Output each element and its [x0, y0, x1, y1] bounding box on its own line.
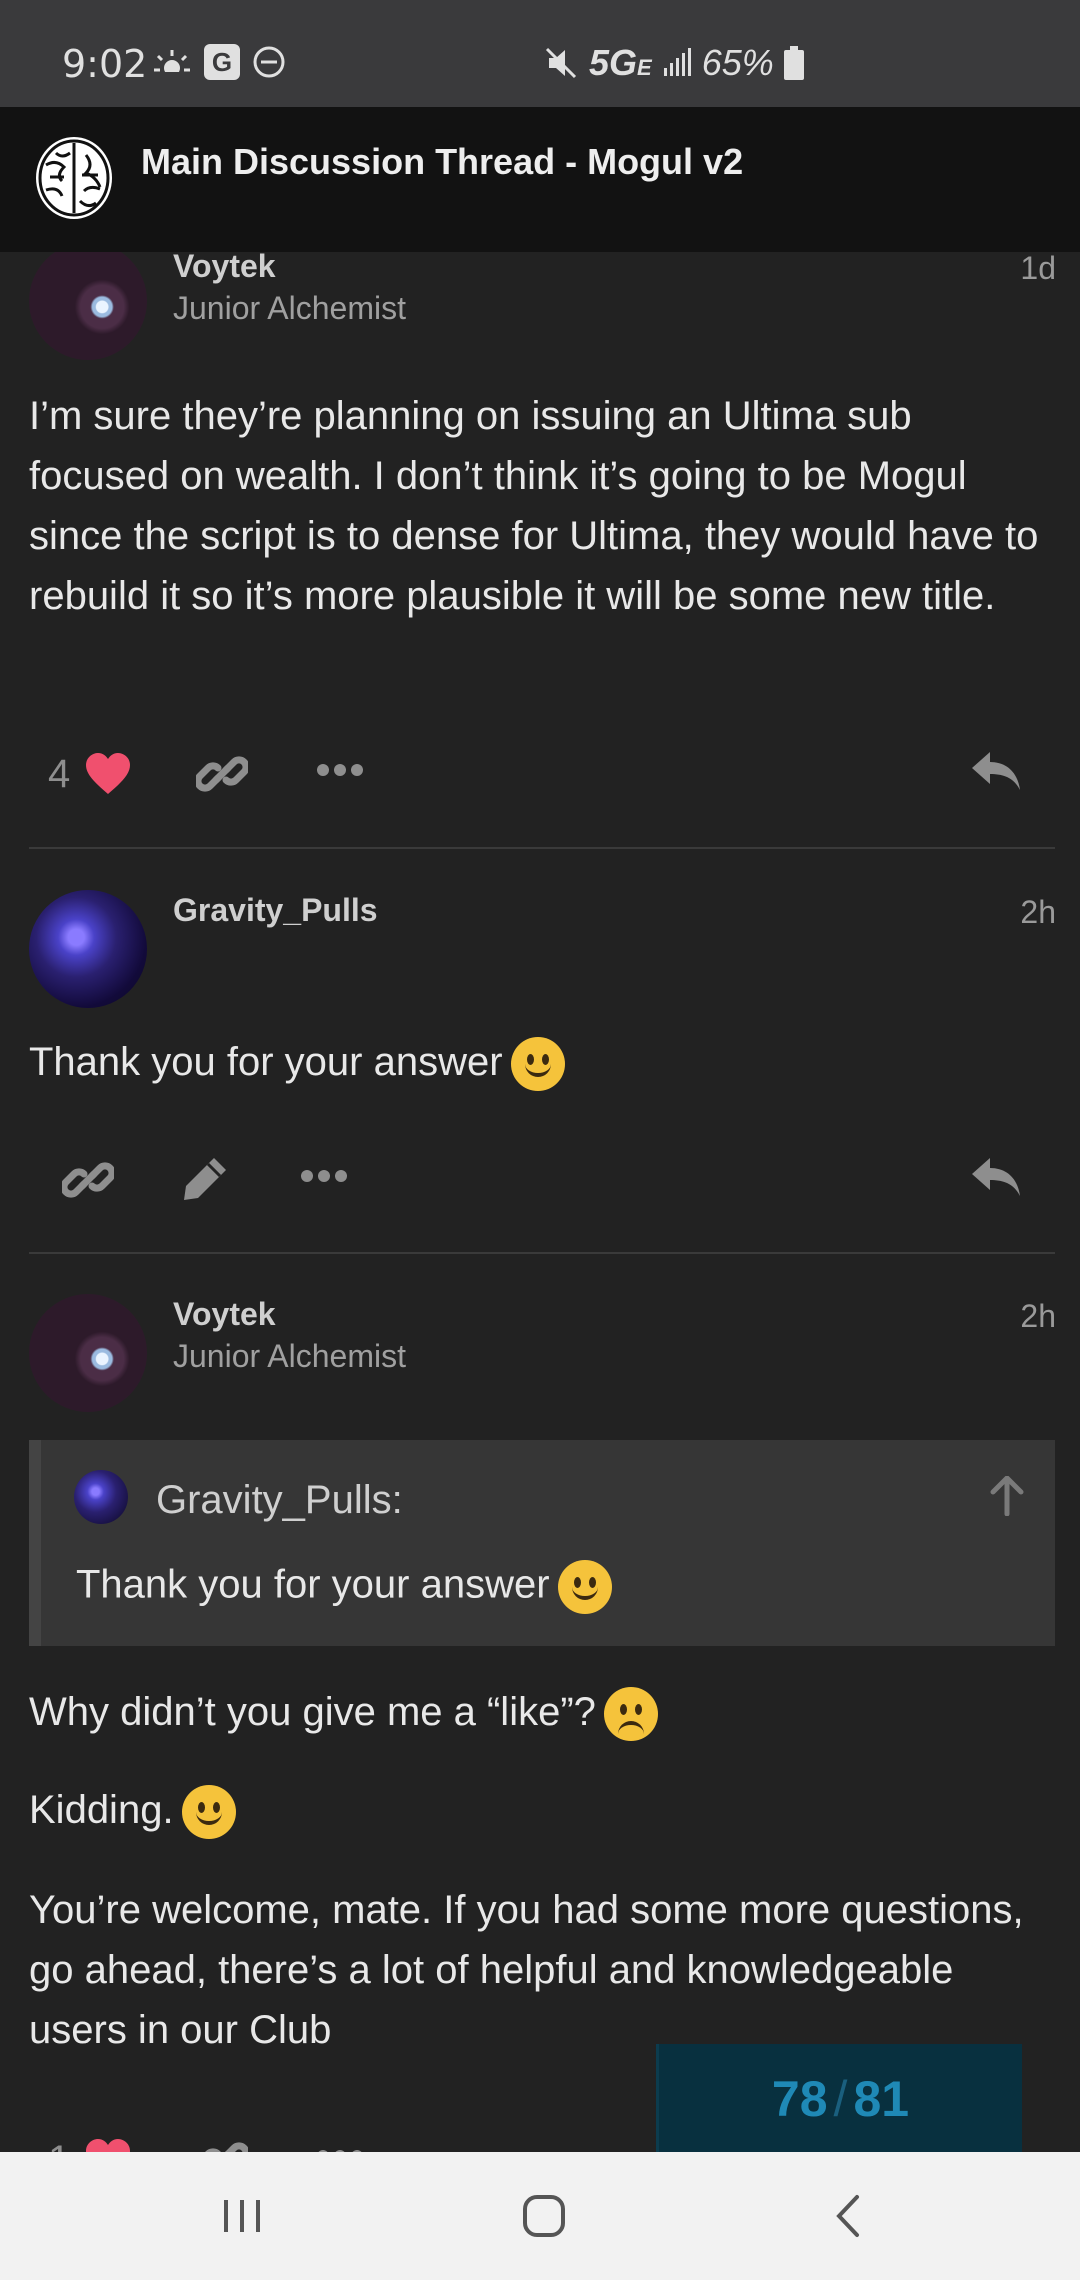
more-button[interactable]	[316, 762, 364, 778]
post-time[interactable]: 1d	[1020, 252, 1056, 287]
avatar[interactable]	[29, 252, 147, 360]
smile-emoji-icon	[557, 1560, 612, 1614]
topic-header: Main Discussion Thread - Mogul v2	[0, 107, 1080, 252]
do-not-disturb-icon	[253, 46, 285, 78]
g-app-icon: G	[204, 44, 240, 80]
pencil-icon	[184, 1158, 226, 1200]
progress-current: 78	[771, 2071, 828, 2127]
signal-icon	[663, 48, 691, 76]
like-count: 1	[48, 2138, 70, 2153]
quote-username[interactable]: Gravity_Pulls:	[156, 1478, 403, 1523]
weather-icon	[152, 50, 192, 78]
post-body-text: Thank you for your answer	[29, 1040, 503, 1084]
post-divider	[29, 1252, 1055, 1254]
post-actions	[0, 1140, 1080, 1220]
post-user-title: Junior Alchemist	[173, 290, 406, 326]
post-body-text: You’re welcome, mate. If you had some mo…	[29, 1888, 1024, 2052]
heart-icon	[86, 753, 131, 794]
post-body: Thank you for your answer	[29, 1032, 1049, 1092]
battery-percent: 65%	[701, 42, 774, 83]
brain-icon[interactable]	[34, 135, 114, 221]
heart-icon	[86, 2139, 131, 2152]
status-time: 9:02	[62, 42, 148, 86]
reply-icon	[972, 752, 1020, 790]
status-left-icons: G	[152, 44, 286, 80]
post-username[interactable]: Voytek	[173, 252, 276, 285]
frown-emoji-icon	[603, 1687, 658, 1742]
post-time[interactable]: 2h	[1020, 1298, 1056, 1335]
post-body-text: Why didn’t you give me a “like”?	[29, 1690, 596, 1734]
post-divider	[29, 847, 1055, 849]
hand-over-mouth-emoji-icon	[181, 1785, 236, 1840]
like-count: 4	[48, 751, 71, 796]
reply-icon	[972, 1158, 1020, 1196]
reply-button[interactable]	[970, 1156, 1022, 1200]
copy-link-button[interactable]	[196, 748, 248, 800]
post-user-title: Junior Alchemist	[173, 1338, 406, 1374]
ellipsis-icon	[301, 1170, 347, 1182]
status-bar: 9:02 G 5GE 65%	[0, 0, 1080, 107]
system-nav-bar	[0, 2152, 1080, 2280]
link-icon	[62, 1162, 114, 1198]
recent-apps-icon	[224, 2200, 260, 2232]
progress-separator: /	[833, 2071, 848, 2127]
post-body: I’m sure they’re planning on issuing an …	[29, 394, 1039, 618]
post-body-text: Kidding.	[29, 1788, 174, 1832]
like-button[interactable]: 1	[48, 2120, 132, 2152]
copy-link-button[interactable]	[196, 2134, 248, 2152]
post-username[interactable]: Gravity_Pulls	[173, 892, 378, 929]
progress-text: 78/81	[659, 2070, 1022, 2128]
edit-button[interactable]	[180, 1154, 230, 1204]
post-body-line: Why didn’t you give me a “like”?	[29, 1682, 1049, 1742]
like-button[interactable]: 4	[48, 734, 132, 814]
network-type: 5G	[589, 42, 638, 83]
post-username[interactable]: Voytek	[173, 1296, 276, 1333]
recent-apps-button[interactable]	[212, 2186, 272, 2246]
arrow-up-icon[interactable]	[989, 1476, 1025, 1516]
back-button[interactable]	[818, 2186, 878, 2246]
quote-text: Thank you for your answer	[76, 1560, 612, 1614]
page-title[interactable]: Main Discussion Thread - Mogul v2	[141, 141, 743, 183]
status-right: 5GE 65%	[543, 42, 804, 84]
post-actions: 4	[0, 734, 1080, 814]
post-body-line: Kidding.	[29, 1780, 1049, 1840]
back-icon	[836, 2195, 859, 2237]
link-icon	[205, 2142, 248, 2152]
quote-body: Thank you for your answer	[76, 1562, 550, 1607]
network-sub: E	[637, 55, 652, 80]
avatar[interactable]	[29, 1294, 147, 1412]
quote-block: Gravity_Pulls: Thank you for your answer	[29, 1440, 1055, 1646]
topic-progress[interactable]: 78/81	[656, 2044, 1022, 2154]
home-button[interactable]	[514, 2186, 574, 2246]
more-button[interactable]	[300, 1168, 348, 1184]
mute-icon	[545, 47, 577, 79]
post-time[interactable]: 2h	[1020, 894, 1056, 931]
progress-total: 81	[853, 2071, 910, 2127]
battery-icon	[783, 46, 804, 80]
avatar[interactable]	[29, 890, 147, 1008]
post-stream[interactable]: Voytek Junior Alchemist 1d I’m sure they…	[0, 252, 1080, 2152]
quote-avatar	[74, 1470, 128, 1524]
home-icon	[523, 2195, 565, 2237]
ellipsis-icon	[317, 764, 363, 776]
reply-button[interactable]	[970, 750, 1022, 794]
link-icon	[196, 756, 248, 792]
copy-link-button[interactable]	[62, 1154, 114, 1206]
smile-emoji-icon	[510, 1037, 565, 1092]
